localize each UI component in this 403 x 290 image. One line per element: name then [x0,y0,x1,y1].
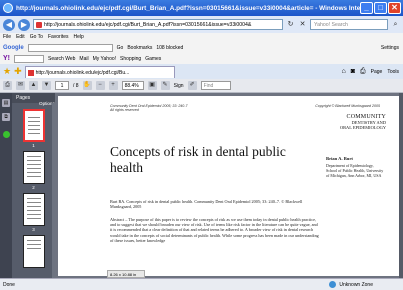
add-favorites-icon[interactable]: ✚ [14,66,22,77]
status-indicator-icon [2,131,10,138]
my-yahoo-button[interactable]: My Yahoo! [93,56,116,62]
menu-help[interactable]: Help [74,33,84,42]
zone-label: Unknown Zone [339,281,373,288]
maximize-button[interactable]: □ [374,2,387,14]
zoom-out-icon[interactable]: − [95,81,105,90]
yahoo-search-input[interactable] [14,54,44,63]
refresh-icon[interactable]: ↻ [286,20,295,29]
pdf-toolbar: ⎙ ✉ ▲ ▼ 1 / 8 ✋ − + 88.4% ▣ ✎ Sign ✐ Fin… [0,79,403,93]
attachments-icon[interactable]: ⧉ [2,113,10,121]
url-input[interactable]: http://journals.ohiolink.edu/ejc/pdf.cgi… [33,19,283,30]
previous-page-icon[interactable]: ▲ [29,81,38,90]
sign-icon[interactable]: ✎ [160,81,170,90]
zoom-in-icon[interactable]: + [108,81,118,90]
page-menu[interactable]: Page [371,69,383,75]
page-thumbnail[interactable] [22,235,45,268]
tab-bar: ★ ✚ http://journals.ohiolink.edu/ejc/pdf… [0,64,403,79]
google-toolbar: Google Go Bookmarks 108 blocked Settings [0,42,403,53]
page-number-input[interactable]: 1 [55,81,69,90]
hand-tool-icon[interactable]: ✋ [82,81,92,90]
email-icon[interactable]: ✉ [16,81,25,90]
google-settings-button[interactable]: Settings [381,45,399,51]
annotate-icon[interactable]: ✐ [187,81,197,90]
google-logo: Google [3,44,24,51]
window-title-bar: http://journals.ohiolink.edu/ejc/pdf.cgi… [0,0,403,16]
globe-icon [329,281,337,288]
address-bar: ◀ ▶ http://journals.ohiolink.edu/ejc/pdf… [0,16,403,33]
yahoo-toolbar: Y! Search Web Mail My Yahoo! Shopping Ga… [0,53,403,64]
pages-panel: Pages Options 1 2 3 [12,93,55,278]
menu-file[interactable]: File [3,33,11,42]
forward-button[interactable]: ▶ [18,18,30,31]
status-text: Done [3,281,15,288]
stop-icon[interactable]: ✕ [298,20,307,29]
google-go-button[interactable]: Go [117,45,124,51]
print-icon[interactable]: ⎙ [360,68,366,76]
window-controls: _ □ ✕ [360,2,401,14]
popup-blocked-button[interactable]: 108 blocked [156,45,183,51]
shopping-button[interactable]: Shopping [120,56,141,62]
google-search-input[interactable] [27,43,113,52]
author-block: Brian A. Burt Department of Epidemiology… [326,156,384,178]
article-abstract: Abstract – The purpose of this paper is … [110,217,319,243]
internet-explorer-icon [3,3,13,13]
games-button[interactable]: Games [145,56,161,62]
pdf-page: Community Dent Oral Epidemiol 2005; 33: … [58,96,400,276]
thumbnail-number: 3 [32,227,35,232]
page-size-indicator: 8.26 x 10.88 in [107,270,145,278]
journal-logo: COMMUNITY DENTISTRY AND ORAL EPIDEMIOLOG… [339,114,386,130]
article-citation: Burt BA. Concepts of risk in dental publ… [110,199,303,209]
home-icon[interactable]: ⌂ [342,68,346,75]
fit-page-icon[interactable]: ▣ [147,81,157,90]
zoom-input[interactable]: 88.4% [121,81,144,90]
tools-menu[interactable]: Tools [387,69,399,75]
print-icon[interactable]: ⎙ [3,81,12,90]
rights-reserved: All rights reserved [110,108,139,113]
thumbnail-number: 1 [32,143,35,148]
status-bar: Done Unknown Zone [0,278,403,290]
menu-bar: File Edit Go To Favorites Help [0,33,403,42]
document-viewer[interactable]: Community Dent Oral Epidemiol 2005; 33: … [55,93,403,278]
security-zone[interactable]: Unknown Zone [329,281,373,288]
search-web-button[interactable]: Search Web [48,56,75,62]
navigation-rail: ▤ ⧉ [0,93,12,278]
window-title: http://journals.ohiolink.edu/ejc/pdf.cgi… [16,4,360,12]
pages-panel-icon[interactable]: ▤ [2,99,10,107]
tab-active-pdf[interactable]: http://journals.ohiolink.edu/ejc/pdf.cgi… [24,65,175,78]
search-input[interactable]: Yahoo! Search [310,19,388,30]
minimize-button[interactable]: _ [360,2,373,14]
back-button[interactable]: ◀ [3,18,15,31]
command-bar: ⌂ ◙ ⎙ Page Tools [342,68,403,76]
thumbnail-number: 2 [32,185,35,190]
bookmarks-button[interactable]: Bookmarks [127,45,152,51]
sign-button[interactable]: Sign [174,83,184,89]
pages-panel-title: Pages [16,95,31,101]
page-total: / 8 [73,82,79,89]
menu-go-to[interactable]: Go To [30,33,43,42]
favorites-star-icon[interactable]: ★ [3,66,11,77]
copyright-notice: Copyright © Blackwell Munksgaard 2005 [315,104,380,108]
page-thumbnail[interactable] [22,151,45,184]
menu-favorites[interactable]: Favorites [48,33,69,42]
next-page-icon[interactable]: ▼ [42,81,51,90]
author-name: Brian A. Burt [326,156,353,161]
page-thumbnail[interactable] [22,109,45,142]
document-scrollbar[interactable] [399,93,403,278]
journal-citation-header: Community Dent Oral Epidemiol 2005; 33: … [110,104,230,112]
yahoo-logo: Y! [3,55,10,62]
menu-edit[interactable]: Edit [16,33,25,42]
close-button[interactable]: ✕ [388,2,401,14]
author-affiliation: Department of Epidemiology, School of Pu… [326,163,384,178]
search-icon[interactable]: ⌕ [391,20,400,29]
page-thumbnail[interactable] [22,193,45,226]
article-title: Concepts of risk in dental public health [110,144,286,175]
mail-button[interactable]: Mail [79,56,88,62]
feeds-icon[interactable]: ◙ [351,68,355,75]
find-input[interactable]: Find [200,81,231,90]
